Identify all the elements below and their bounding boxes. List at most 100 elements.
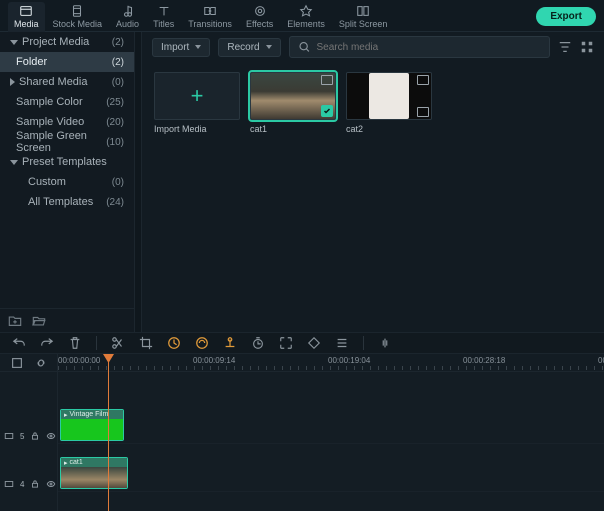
sidebar-label: Custom [28, 176, 66, 188]
plus-icon: + [191, 83, 204, 109]
sidebar-label: Sample Video [16, 116, 84, 128]
playhead[interactable] [108, 354, 109, 511]
chevron-down-icon [266, 45, 272, 49]
clip-vintage-film[interactable]: ▸Vintage Film [60, 409, 124, 441]
titles-icon [157, 4, 171, 18]
video-track-icon [4, 431, 14, 441]
ruler-timecode: 00:00:00:00 [58, 356, 100, 365]
transitions-icon [203, 4, 217, 18]
filter-icon[interactable] [558, 40, 572, 54]
search-input[interactable] [317, 42, 542, 53]
tab-label: Transitions [188, 19, 232, 29]
sidebar-item-all-templates[interactable]: All Templates (24) [0, 192, 134, 212]
ruler-timecode: 00:00:38:08 [598, 356, 604, 365]
sidebar-item-custom[interactable]: Custom(0) [0, 172, 134, 192]
tab-media[interactable]: Media [8, 2, 45, 32]
timeline-track-1[interactable]: ▸Vintage Film [58, 406, 604, 444]
tile-label: cat2 [346, 124, 432, 134]
expand-arrow-icon [10, 40, 18, 45]
sidebar-item-folder[interactable]: Folder (2) [0, 52, 134, 72]
crop-icon[interactable] [139, 336, 153, 350]
menu-icon[interactable] [335, 336, 349, 350]
sidebar-item-project-media[interactable]: Project Media (2) [0, 32, 134, 52]
tab-audio[interactable]: Audio [110, 2, 145, 32]
eye-icon[interactable] [46, 431, 56, 441]
lock-icon[interactable] [30, 431, 40, 441]
sidebar-count: (0) [112, 77, 124, 88]
tab-elements[interactable]: Elements [281, 2, 331, 32]
grid-view-icon[interactable] [580, 40, 594, 54]
sidebar-label: Sample Green Screen [16, 130, 106, 154]
sidebar-label: Sample Color [16, 96, 83, 108]
eye-icon[interactable] [46, 479, 56, 489]
record-dropdown[interactable]: Record [218, 38, 280, 57]
keyframe-icon[interactable] [307, 336, 321, 350]
sidebar-label: Folder [16, 56, 47, 68]
track-head-1[interactable]: 5 [0, 412, 57, 460]
track-number: 4 [20, 480, 24, 489]
duration-icon[interactable] [251, 336, 265, 350]
sidebar-item-sample-green-screen[interactable]: Sample Green Screen(10) [0, 132, 134, 152]
ruler-timecode: 00:00:09:14 [193, 356, 235, 365]
open-folder-icon[interactable] [32, 314, 46, 328]
sidebar-label: Project Media [22, 36, 89, 48]
clip-label: Vintage Film [70, 411, 109, 418]
track-number: 5 [20, 432, 24, 441]
sidebar-item-sample-color[interactable]: Sample Color (25) [0, 92, 134, 112]
sidebar-label: All Templates [28, 196, 93, 208]
panel-resize-handle[interactable] [135, 32, 142, 332]
speed-ramp-icon[interactable] [223, 336, 237, 350]
track-head-2[interactable]: 4 [0, 460, 57, 508]
tab-effects[interactable]: Effects [240, 2, 279, 32]
tab-stock[interactable]: Stock Media [47, 2, 109, 32]
lock-icon[interactable] [30, 479, 40, 489]
media-tile-import-media[interactable]: +Import Media [154, 72, 240, 134]
undo-icon[interactable] [12, 336, 26, 350]
tab-label: Split Screen [339, 19, 388, 29]
chevron-down-icon [195, 45, 201, 49]
sidebar-count: (25) [106, 97, 124, 108]
timeline-track-2[interactable]: ▸cat1 [58, 454, 604, 492]
timeline-ruler[interactable]: 00:00:00:0000:00:09:1400:00:19:0400:00:2… [58, 354, 604, 372]
film-badge-icon [417, 107, 429, 117]
import-dropdown[interactable]: Import [152, 38, 210, 57]
sidebar-count: (24) [106, 197, 124, 208]
video-track-icon [4, 479, 14, 489]
match-cut-icon[interactable] [10, 356, 24, 370]
clip-cat1[interactable]: ▸cat1 [60, 457, 128, 489]
search-media[interactable] [289, 36, 550, 58]
audio-icon[interactable] [378, 336, 392, 350]
redo-icon[interactable] [40, 336, 54, 350]
tab-label: Stock Media [53, 19, 103, 29]
audio-icon [121, 4, 135, 18]
clip-play-icon: ▸ [64, 411, 68, 419]
tab-titles[interactable]: Titles [147, 2, 180, 32]
sidebar-count: (10) [106, 137, 124, 148]
expand-arrow-icon [10, 160, 18, 165]
split-icon[interactable] [111, 336, 125, 350]
new-folder-icon[interactable] [8, 314, 22, 328]
expand-icon[interactable] [279, 336, 293, 350]
link-icon[interactable] [34, 356, 48, 370]
effects-icon [253, 4, 267, 18]
clip-label: cat1 [70, 459, 83, 466]
speed-slow-icon[interactable] [167, 336, 181, 350]
sidebar-count: (2) [112, 37, 124, 48]
thumbnail [346, 72, 432, 120]
tab-label: Audio [116, 19, 139, 29]
ruler-timecode: 00:00:19:04 [328, 356, 370, 365]
tab-split[interactable]: Split Screen [333, 2, 394, 32]
tab-transitions[interactable]: Transitions [182, 2, 238, 32]
sidebar-label: Shared Media [19, 76, 88, 88]
media-tile-cat1[interactable]: cat1 [250, 72, 336, 134]
export-button[interactable]: Export [536, 7, 596, 26]
sidebar-item-sample-video[interactable]: Sample Video(20) [0, 112, 134, 132]
delete-icon[interactable] [68, 336, 82, 350]
media-tile-cat2[interactable]: cat2 [346, 72, 432, 134]
sidebar-item-preset-templates[interactable]: Preset Templates [0, 152, 134, 172]
sidebar-count: (2) [112, 57, 124, 68]
search-icon [298, 40, 311, 54]
speed-fast-icon[interactable] [195, 336, 209, 350]
tab-label: Media [14, 19, 39, 29]
sidebar-item-shared-media[interactable]: Shared Media (0) [0, 72, 134, 92]
